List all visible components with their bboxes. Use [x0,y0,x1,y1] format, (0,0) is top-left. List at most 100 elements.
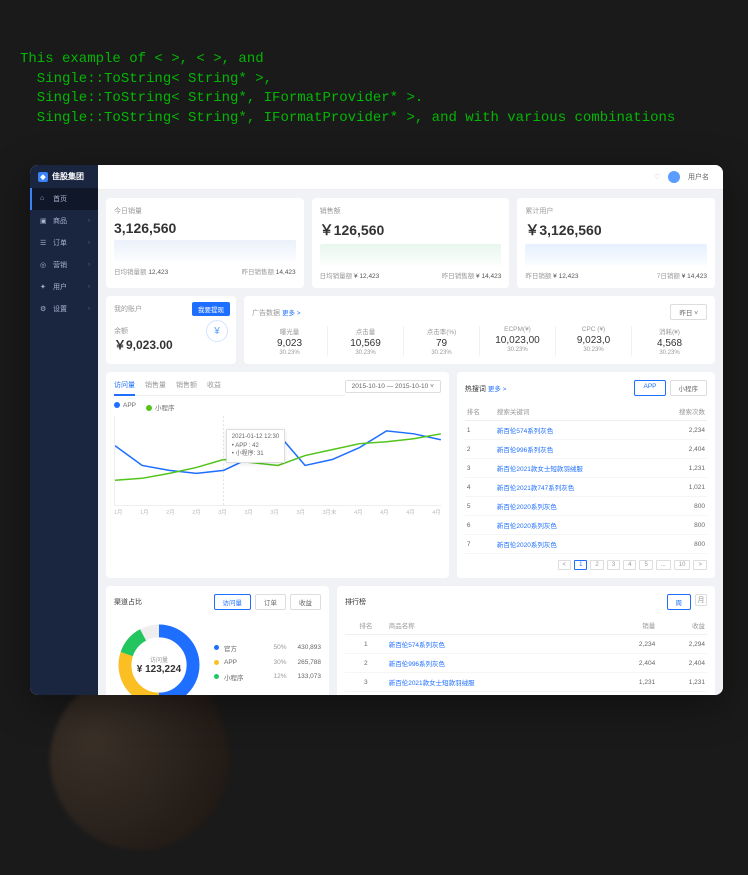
table-row: 5新百伦2020系列灰色800 [465,497,707,516]
sparkline [320,244,502,266]
table-row: 6新百伦2020系列灰色800 [465,516,707,535]
legend-item: APP 30% 265,788 [214,659,321,666]
rank-card: 排行榜 周 月 排名 商品名称 销量 收益 1新百 [337,586,715,695]
page-button[interactable]: < [558,560,572,570]
channel-tab[interactable]: 访问量 [214,594,252,610]
rank-product-link[interactable]: 新百伦574系列灰色 [387,635,608,654]
channel-tab[interactable]: 订单 [255,594,286,610]
page-button[interactable]: 3 [607,560,620,570]
wallet-ad-row: 我的账户 我要提现 余额 ￥9,023.00 广告数据 更多 > 昨日 ˅ 曝光… [106,296,715,364]
x-axis: 1月1月2月2月3月3月3月3月3月末4月4月4月4月 [114,506,441,518]
hot-keyword-link[interactable]: 新百伦2021款女士短款羽绒服 [495,459,654,478]
ad-stat: 曝光量9,02330.23% [252,326,328,356]
page-button[interactable]: 4 [623,560,636,570]
background-code: This example of < >, < >, and Single::To… [20,50,728,128]
hot-table: 排名 搜索关键词 搜索次数 1新百伦574系列灰色2,234 2新百伦996系列… [465,402,707,554]
metric-value: 3,126,560 [114,220,296,236]
sparkline [114,240,296,262]
donut-center-value: ¥ 123,224 [137,664,182,675]
chevron-right-icon: › [88,284,90,290]
chart-tooltip: 2021-01-12 12:30 • APP : 42 • 小程序: 31 [226,429,285,462]
traffic-tab[interactable]: 销售量 [145,380,166,390]
donut-legend: 官方 50% 430,893 APP 30% 265,788 小程序 12% 1… [214,643,321,688]
hot-pill-app[interactable]: APP [634,380,665,396]
channel-card: 渠道占比 访问量订单收益 访问量 [106,586,329,695]
table-row: 2新百伦996系列灰色2,404 [465,440,707,459]
metric-card: 销售额 ￥126,560 日均销量额 ¥ 12,423 昨日销售额 ¥ 14,4… [312,198,510,288]
rank-table: 排名 商品名称 销量 收益 1新百伦574系列灰色2,2342,294 2新百伦… [345,616,707,695]
ad-stat: 消耗(¥)4,56830.23% [632,326,707,356]
channel-rank-row: 渠道占比 访问量订单收益 访问量 [106,586,715,695]
withdraw-button[interactable]: 我要提现 [192,302,230,316]
page-button[interactable]: 2 [590,560,603,570]
rank-pill-month[interactable]: 月 [695,594,707,606]
nav-label: 首页 [53,194,67,204]
legend-item: 小程序 12% 133,073 [214,672,321,682]
traffic-tab[interactable]: 访问量 [114,380,135,396]
rank-product-link[interactable]: 新百伦2021款747系列灰色 [387,692,608,696]
traffic-tab[interactable]: 销售额 [176,380,197,390]
brand-logo[interactable]: ◆ 佳股集团 [30,165,98,188]
rank-title: 排行榜 [345,597,366,607]
nav-item-1[interactable]: ▣ 商品 › [30,210,98,232]
nav-label: 订单 [53,238,67,248]
metrics-row: 今日销量 3,126,560 日均销量额 12,423 昨日销售额 14,423… [106,198,715,288]
main-area: ♡ 用户名 今日销量 3,126,560 日均销量额 12,423 昨日销售额 … [98,165,723,695]
sidebar: ◆ 佳股集团 ⌂ 首页 ▣ 商品 › ☰ 订单 › ◎ 营销 › ✦ 用户 › … [30,165,98,695]
nav-item-0[interactable]: ⌂ 首页 [30,188,98,210]
hot-title: 热搜词 [465,386,486,393]
rank-pill-week[interactable]: 周 [667,594,692,610]
dashboard-window: ◆ 佳股集团 ⌂ 首页 ▣ 商品 › ☰ 订单 › ◎ 营销 › ✦ 用户 › … [30,165,723,695]
bell-icon[interactable]: ♡ [654,173,660,181]
traffic-tab[interactable]: 收益 [207,380,221,390]
hot-keyword-link[interactable]: 新百伦574系列灰色 [495,421,654,440]
table-row: 3新百伦2021款女士短款羽绒服1,231 [465,459,707,478]
wallet-icon [206,320,228,342]
chevron-right-icon: › [88,262,90,268]
nav-icon: ☰ [40,239,48,247]
nav-icon: ✦ [40,283,48,291]
metric-card: 今日销量 3,126,560 日均销量额 12,423 昨日销售额 14,423 [106,198,304,288]
avatar-icon[interactable] [668,171,680,183]
ad-more-link[interactable]: 更多 > [282,310,301,317]
hot-search-card: 热搜词 更多 > APP 小程序 排名 搜索关键词 搜索次数 1新百伦574系 [457,372,715,578]
traffic-chart-card: 访问量销售量销售额收益 2015-10-10 — 2015-10-10 ˅ AP… [106,372,449,578]
donut-chart: 访问量 ¥ 123,224 [114,620,204,695]
metric-value: ￥3,126,560 [525,220,707,240]
metric-label: 销售额 [320,206,502,216]
hot-keyword-link[interactable]: 新百伦2020系列灰色 [495,516,654,535]
rank-product-link[interactable]: 新百伦2021款女士短款羽绒服 [387,673,608,692]
nav-item-4[interactable]: ✦ 用户 › [30,276,98,298]
hot-keyword-link[interactable]: 新百伦2020系列灰色 [495,497,654,516]
page-button[interactable]: 1 [574,560,587,570]
nav-item-2[interactable]: ☰ 订单 › [30,232,98,254]
user-name[interactable]: 用户名 [688,172,709,182]
hot-more-link[interactable]: 更多 > [488,386,507,393]
ad-period-select[interactable]: 昨日 ˅ [670,304,707,320]
nav-label: 用户 [53,282,67,292]
nav-label: 设置 [53,304,67,314]
topbar: ♡ 用户名 [98,165,723,190]
nav-item-5[interactable]: ⚙ 设置 › [30,298,98,320]
pagination: <12345...10> [465,560,707,570]
channel-tab[interactable]: 收益 [290,594,321,610]
hot-keyword-link[interactable]: 新百伦2020系列灰色 [495,535,654,554]
table-row: 4新百伦2021款747系列灰色1,021 [465,478,707,497]
nav-icon: ▣ [40,217,48,225]
legend-mini[interactable]: 小程序 [146,402,175,412]
hot-keyword-link[interactable]: 新百伦996系列灰色 [495,440,654,459]
ad-stat: 点击量10,56930.23% [328,326,404,356]
hot-keyword-link[interactable]: 新百伦2021款747系列灰色 [495,478,654,497]
channel-title: 渠道占比 [114,597,142,607]
table-row: 2新百伦996系列灰色2,4042,404 [345,654,707,673]
hot-pill-mini[interactable]: 小程序 [670,380,708,396]
rank-product-link[interactable]: 新百伦996系列灰色 [387,654,608,673]
page-button[interactable]: > [693,560,707,570]
nav-item-3[interactable]: ◎ 营销 › [30,254,98,276]
legend-app[interactable]: APP [114,402,136,412]
date-range-select[interactable]: 2015-10-10 — 2015-10-10 ˅ [345,380,441,393]
page-button[interactable]: 10 [674,560,691,570]
page-button[interactable]: 5 [639,560,652,570]
table-row: 1新百伦574系列灰色2,2342,294 [345,635,707,654]
page-button[interactable]: ... [656,560,671,570]
